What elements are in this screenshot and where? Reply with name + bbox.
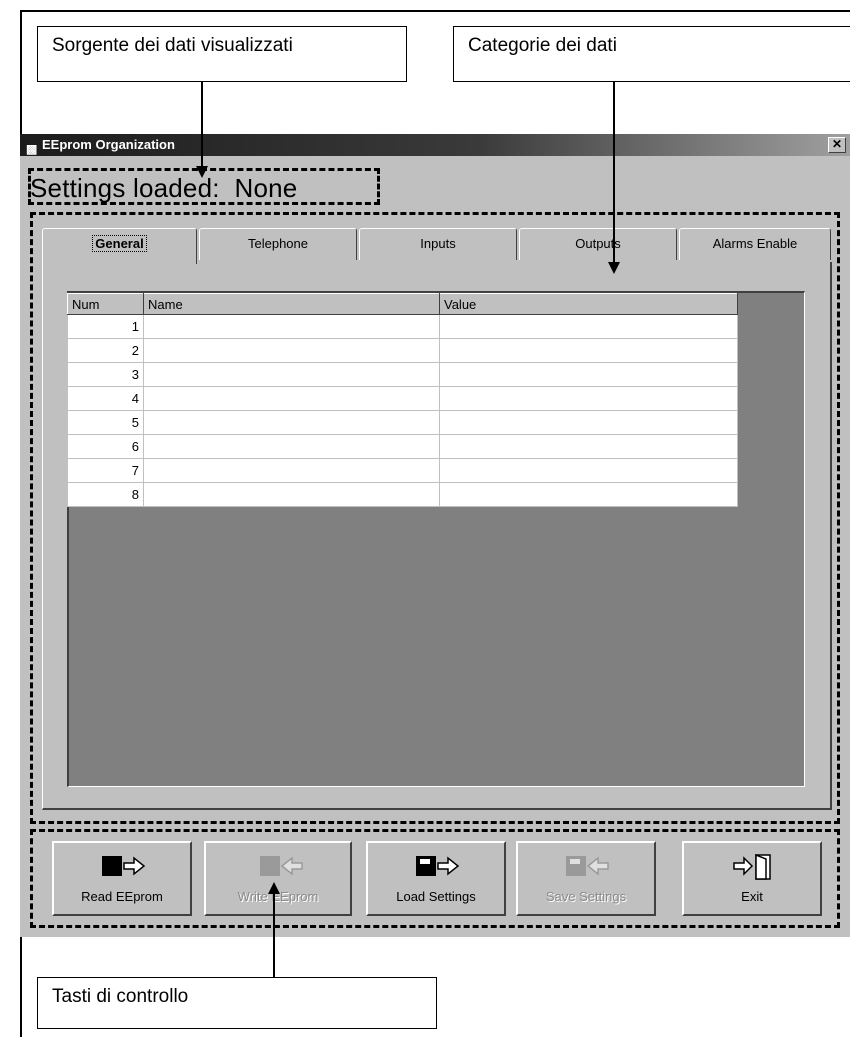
window-titlebar: ▩ EEprom Organization ✕: [20, 134, 850, 156]
arrow-categories-line: [613, 82, 615, 262]
buttons-annotation-box: [30, 829, 840, 928]
arrow-controls-head: [268, 882, 280, 894]
arrow-source-head: [196, 166, 208, 178]
window-title: EEprom Organization: [42, 137, 175, 152]
arrow-source-line: [201, 82, 203, 166]
tab-general[interactable]: General: [42, 228, 197, 264]
frame-top-line: [20, 10, 850, 12]
callout-categories: Categorie dei dati: [453, 26, 850, 82]
arrow-controls-line: [273, 893, 275, 977]
arrow-categories-head: [608, 262, 620, 274]
close-button[interactable]: ✕: [828, 137, 846, 153]
callout-controls: Tasti di controllo: [37, 977, 437, 1029]
window-app-icon: ▩: [26, 142, 38, 156]
callout-source: Sorgente dei dati visualizzati: [37, 26, 407, 82]
tabs-annotation-box: [30, 212, 840, 824]
